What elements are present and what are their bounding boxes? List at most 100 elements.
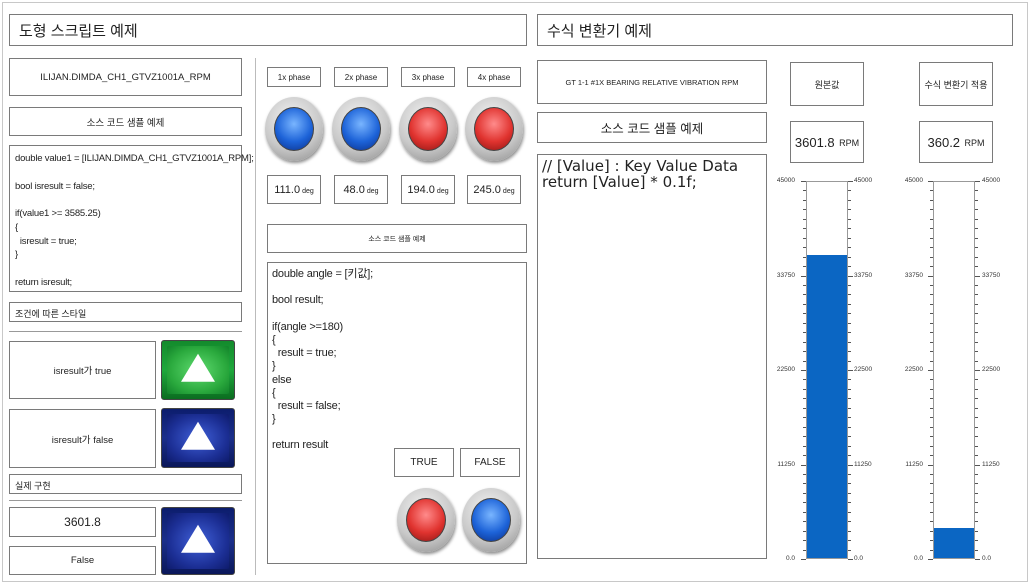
gauge-tick	[848, 190, 851, 192]
divider	[9, 331, 242, 332]
gauge-tick	[930, 502, 933, 504]
green-triangle-button[interactable]	[161, 340, 235, 400]
gauge-tick	[803, 351, 806, 353]
gauge-tick	[975, 492, 978, 494]
gauge-tick-label: 11250	[982, 460, 1000, 468]
actual-value: 3601.8	[9, 507, 156, 537]
gauge-tick	[930, 284, 933, 286]
gauge-tick	[930, 521, 933, 523]
gauge-tick	[975, 511, 978, 513]
gauge-tick	[975, 237, 978, 239]
gauge-tick	[975, 436, 978, 438]
gauge-tick	[975, 351, 978, 353]
phase-value-2: 48.0 deg	[334, 175, 388, 204]
gauge-tick	[803, 218, 806, 220]
phase-value-number: 194.0	[407, 183, 435, 196]
gauge-tick	[930, 266, 933, 268]
phase-value-unit: deg	[302, 187, 314, 195]
phase-value-unit: deg	[436, 187, 449, 195]
conditional-style-label: 조건에 따른 스타일	[9, 302, 242, 322]
gauge-tick	[803, 284, 806, 286]
phase-2-blue-lamp	[332, 97, 390, 161]
gauge-tick-label: 45000	[854, 177, 873, 184]
gauge-tick	[975, 483, 978, 485]
gauge-tick	[848, 426, 851, 428]
gauge-tick	[848, 332, 851, 334]
gauge-tick	[930, 190, 933, 192]
gauge-tick	[803, 247, 806, 249]
gauge-tick	[930, 398, 933, 400]
source-sample-label-small: 소스 코드 샘플 예제	[267, 224, 527, 253]
gauge-tick	[930, 322, 933, 324]
gauge-tick	[930, 360, 933, 362]
gauge-tick	[930, 209, 933, 211]
phase-label-1: 1x phase	[267, 67, 321, 87]
formula-source-label: 소스 코드 샘플 예제	[537, 112, 767, 143]
gauge-tick	[975, 228, 978, 230]
gauge-tick	[848, 521, 851, 523]
gauge-tick	[803, 190, 806, 192]
true-button[interactable]: TRUE	[394, 448, 454, 477]
gauge-tick	[848, 549, 851, 551]
gauge-tick	[975, 540, 978, 542]
phase-value-unit: deg	[366, 187, 379, 195]
gauge-tick	[803, 322, 806, 324]
gauge-tick	[848, 502, 851, 504]
gauge-tick	[928, 181, 933, 182]
phase-value-3: 194.0 deg	[401, 175, 455, 204]
gauge-tick-label: 0.0	[785, 555, 795, 562]
gauge-tick-label: 0.0	[854, 555, 864, 562]
gauge-tick	[848, 398, 851, 400]
gauge-tick	[930, 492, 933, 494]
gauge-tick	[803, 332, 806, 334]
code-sample-3: // [Value] : Key Value Data return [Valu…	[537, 154, 767, 559]
gauge-tick	[975, 294, 978, 296]
true-red-lamp	[397, 488, 455, 552]
gauge-tick	[930, 218, 933, 220]
gauge-tick	[801, 370, 806, 371]
gauge-tick	[975, 313, 978, 315]
gauge-tick	[975, 521, 978, 523]
gauge-tick	[848, 483, 851, 485]
navy-triangle-button[interactable]	[161, 408, 235, 468]
gauge-tick	[803, 209, 806, 211]
gauge-tick	[975, 530, 978, 532]
gauge-tick	[848, 530, 851, 532]
gauge-tick	[848, 455, 851, 457]
gauge-tick-label: 11250	[905, 460, 923, 468]
gauge-tick	[930, 455, 933, 457]
gauge-tick	[930, 530, 933, 532]
gauge-tick	[975, 388, 978, 390]
gauge-tick	[848, 313, 851, 315]
gauge-tick	[803, 303, 806, 305]
gauge-tick	[848, 559, 853, 560]
gauge-tick-label: 33750	[776, 271, 795, 279]
gauge-tick	[975, 502, 978, 504]
result-triangle-button[interactable]	[161, 507, 235, 575]
gauge-tick	[848, 284, 851, 286]
gauge-tick	[803, 417, 806, 419]
gauge-tick	[930, 199, 933, 201]
gauge-tick	[803, 407, 806, 409]
gauge-tick	[803, 294, 806, 296]
gauge-tick	[801, 275, 806, 277]
original-value-display: 3601.8 RPM	[790, 121, 864, 163]
gauge-tick	[975, 256, 978, 258]
gauge-tick	[848, 294, 851, 296]
gauge-tick	[848, 266, 851, 268]
gauge-tick	[848, 341, 851, 343]
gauge-tick-label: 22500	[854, 366, 873, 373]
gauge-tick-label: 45000	[904, 177, 923, 184]
gauge-tick	[975, 473, 978, 475]
gauge-tick	[975, 303, 978, 305]
original-gauge-fill	[807, 255, 847, 558]
gauge-tick	[848, 464, 853, 466]
gauge-tick	[975, 455, 978, 457]
gauge-tick-label: 22500	[904, 366, 923, 373]
column-divider	[255, 58, 256, 575]
gauge-tick	[848, 181, 853, 182]
gauge-tick	[930, 313, 933, 315]
false-button[interactable]: FALSE	[460, 448, 520, 477]
gauge-tick	[848, 445, 851, 447]
gauge-tick	[801, 181, 806, 182]
